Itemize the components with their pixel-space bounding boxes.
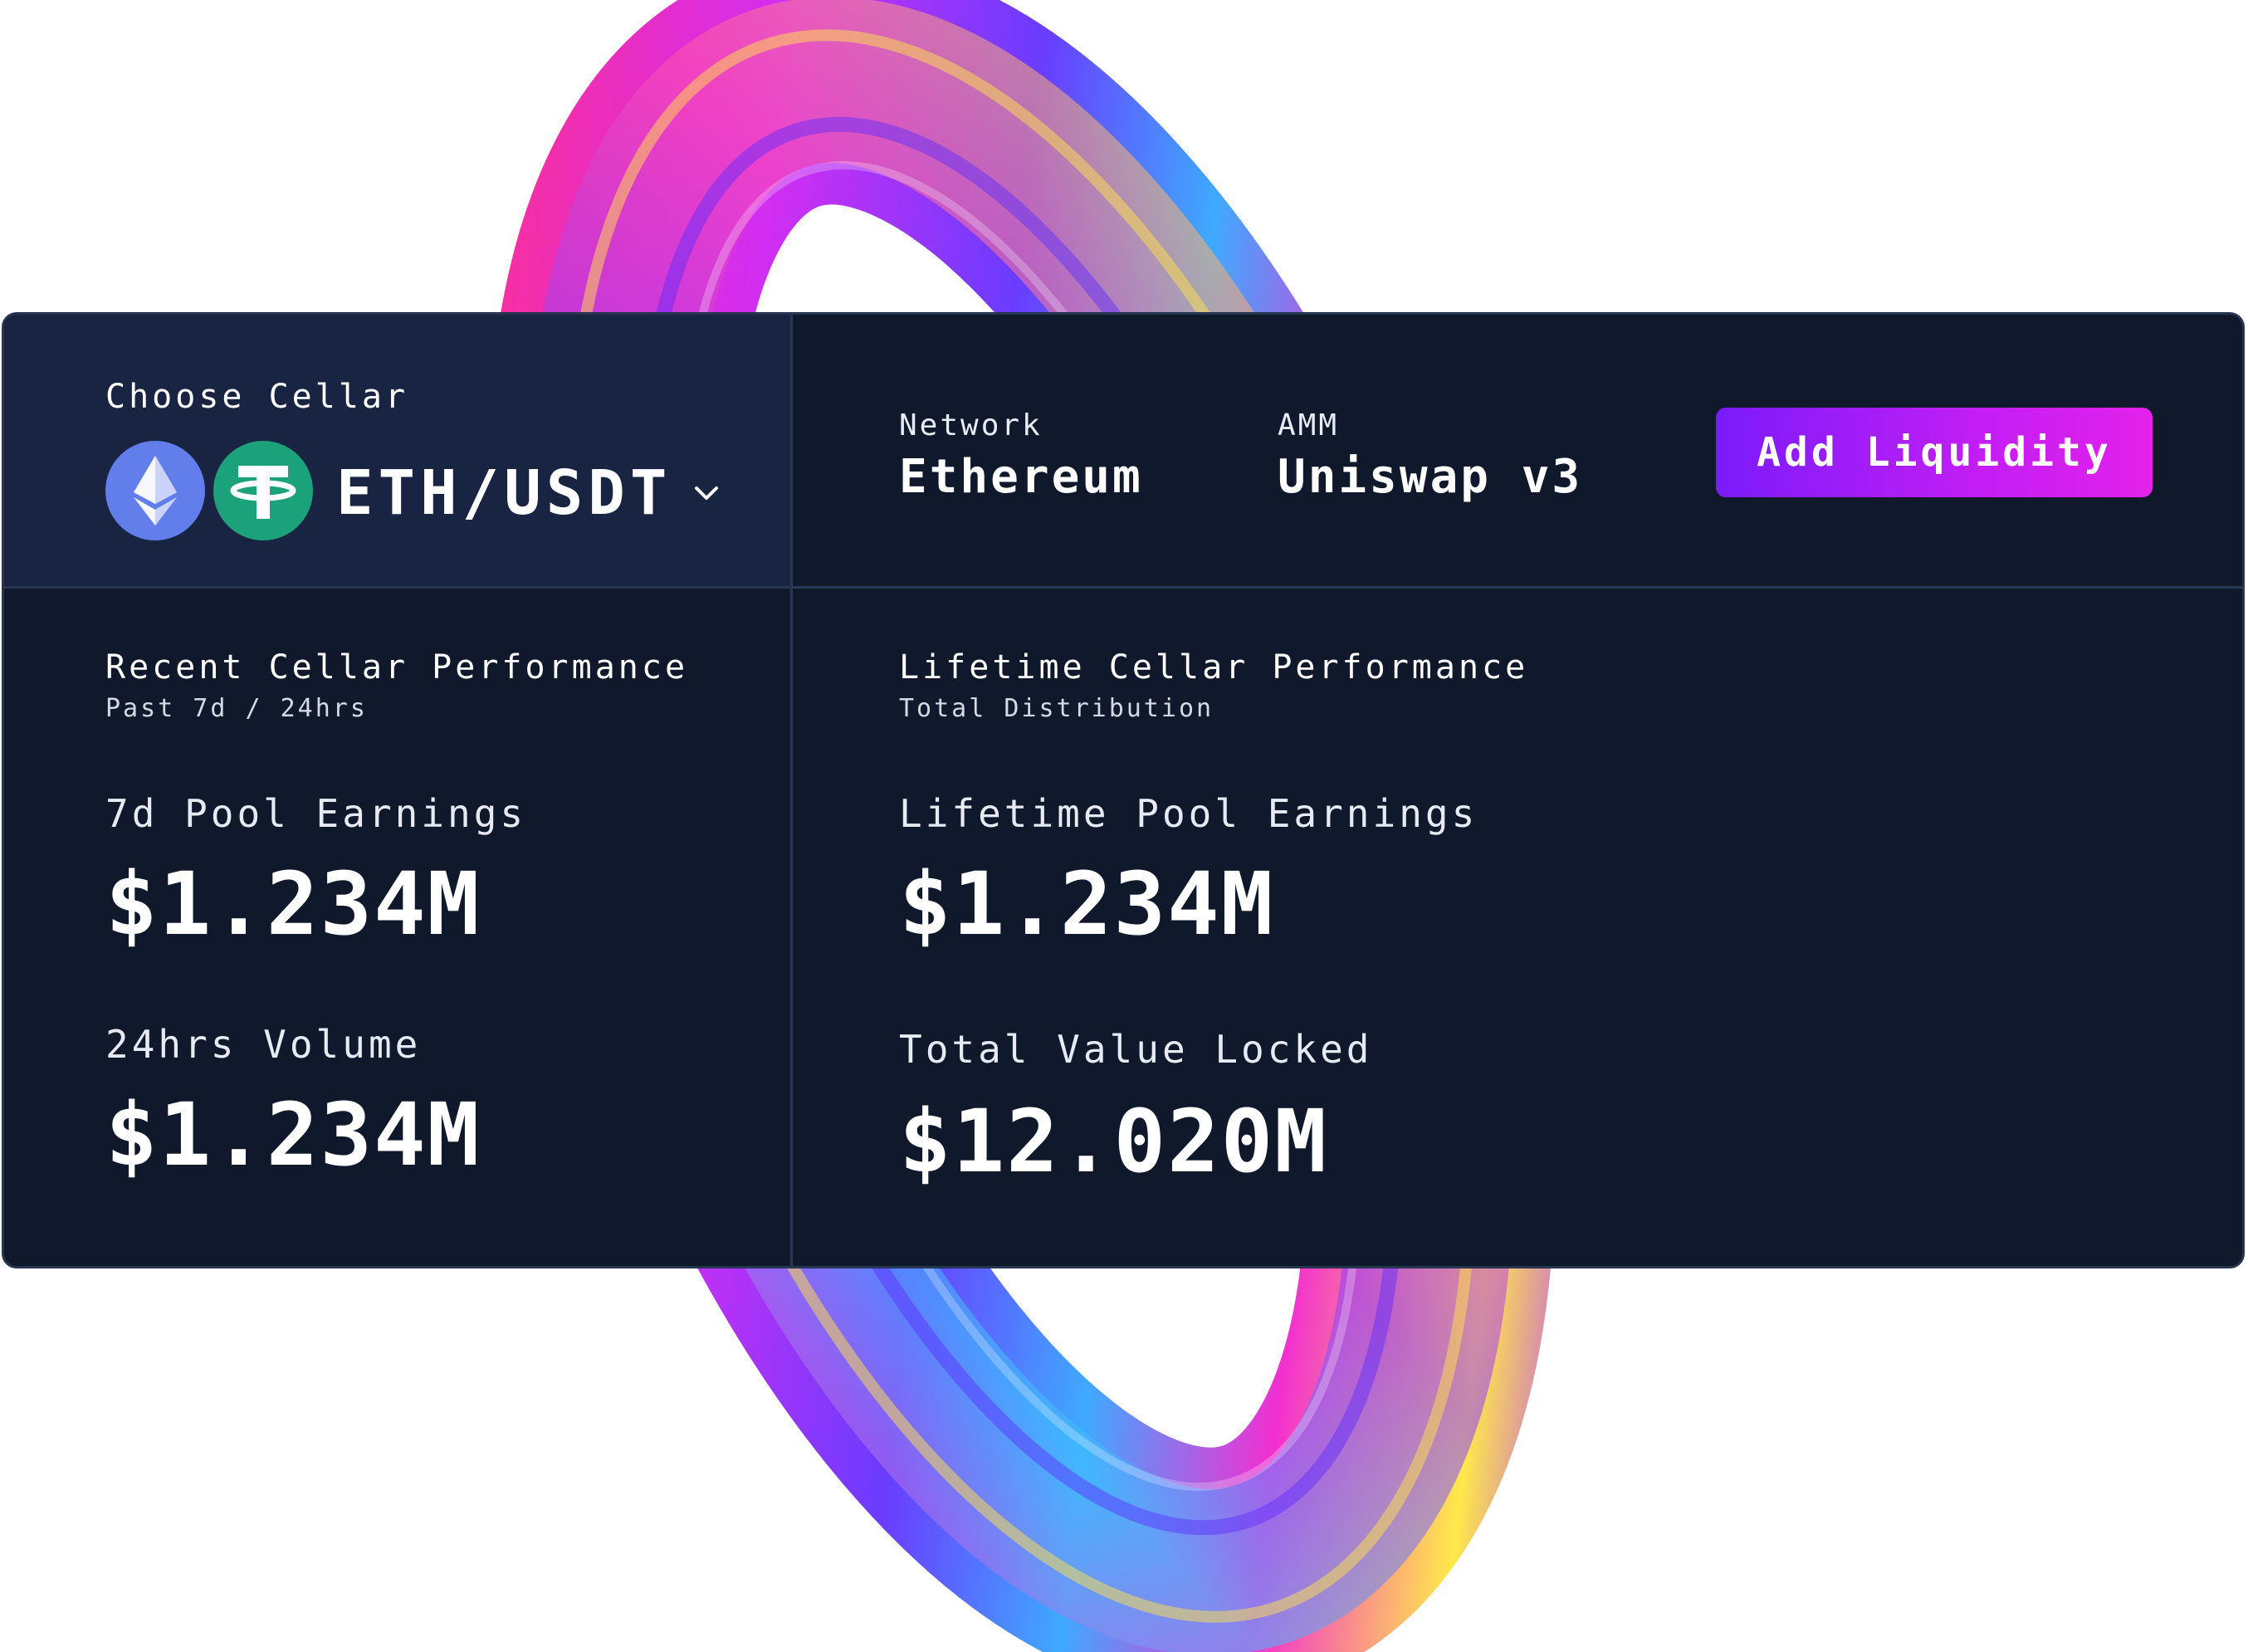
amm-value: Uniswap v3 — [1278, 450, 1583, 504]
cellar-card: Choose Cellar ETH/USDT Network Ethereum … — [2, 312, 2245, 1268]
volume-24h-value: $1.234M — [105, 1084, 481, 1185]
recent-performance-panel: Recent Cellar Performance Past 7d / 24hr… — [4, 589, 793, 1266]
recent-performance-subtitle: Past 7d / 24hrs — [105, 694, 368, 723]
tether-icon — [213, 441, 313, 540]
lifetime-performance-subtitle: Total Distribution — [899, 694, 1214, 723]
ethereum-icon — [105, 441, 205, 540]
network-value: Ethereum — [899, 450, 1143, 504]
chevron-down-icon — [690, 477, 723, 510]
amm-info: AMM Uniswap v3 — [1278, 411, 1582, 501]
volume-24h-label: 24hrs Volume — [105, 1022, 422, 1067]
total-value-locked-label: Total Value Locked — [899, 1027, 1373, 1072]
add-liquidity-button[interactable]: Add Liquidity — [1716, 408, 2153, 497]
cellar-pair-dropdown[interactable]: ETH/USDT — [336, 447, 723, 539]
network-info: Network Ethereum — [899, 411, 1143, 501]
pool-earnings-7d-label: 7d Pool Earnings — [105, 791, 527, 836]
choose-cellar-label: Choose Cellar — [105, 378, 409, 416]
pool-earnings-7d-value: $1.234M — [105, 853, 481, 955]
lifetime-performance-title: Lifetime Cellar Performance — [899, 648, 1529, 687]
lifetime-pool-earnings-value: $1.234M — [899, 853, 1275, 955]
amm-label: AMM — [1278, 408, 1340, 442]
choose-cellar-panel: Choose Cellar ETH/USDT — [4, 315, 793, 589]
lifetime-pool-earnings-label: Lifetime Pool Earnings — [899, 791, 1478, 836]
network-label: Network — [899, 408, 1043, 442]
total-value-locked-value: $12.020M — [899, 1091, 1328, 1192]
cellar-pair-label: ETH/USDT — [336, 457, 672, 529]
recent-performance-title: Recent Cellar Performance — [105, 648, 689, 687]
cellar-info-panel: Network Ethereum AMM Uniswap v3 Add Liqu… — [793, 315, 2242, 589]
lifetime-performance-panel: Lifetime Cellar Performance Total Distri… — [793, 589, 2242, 1266]
